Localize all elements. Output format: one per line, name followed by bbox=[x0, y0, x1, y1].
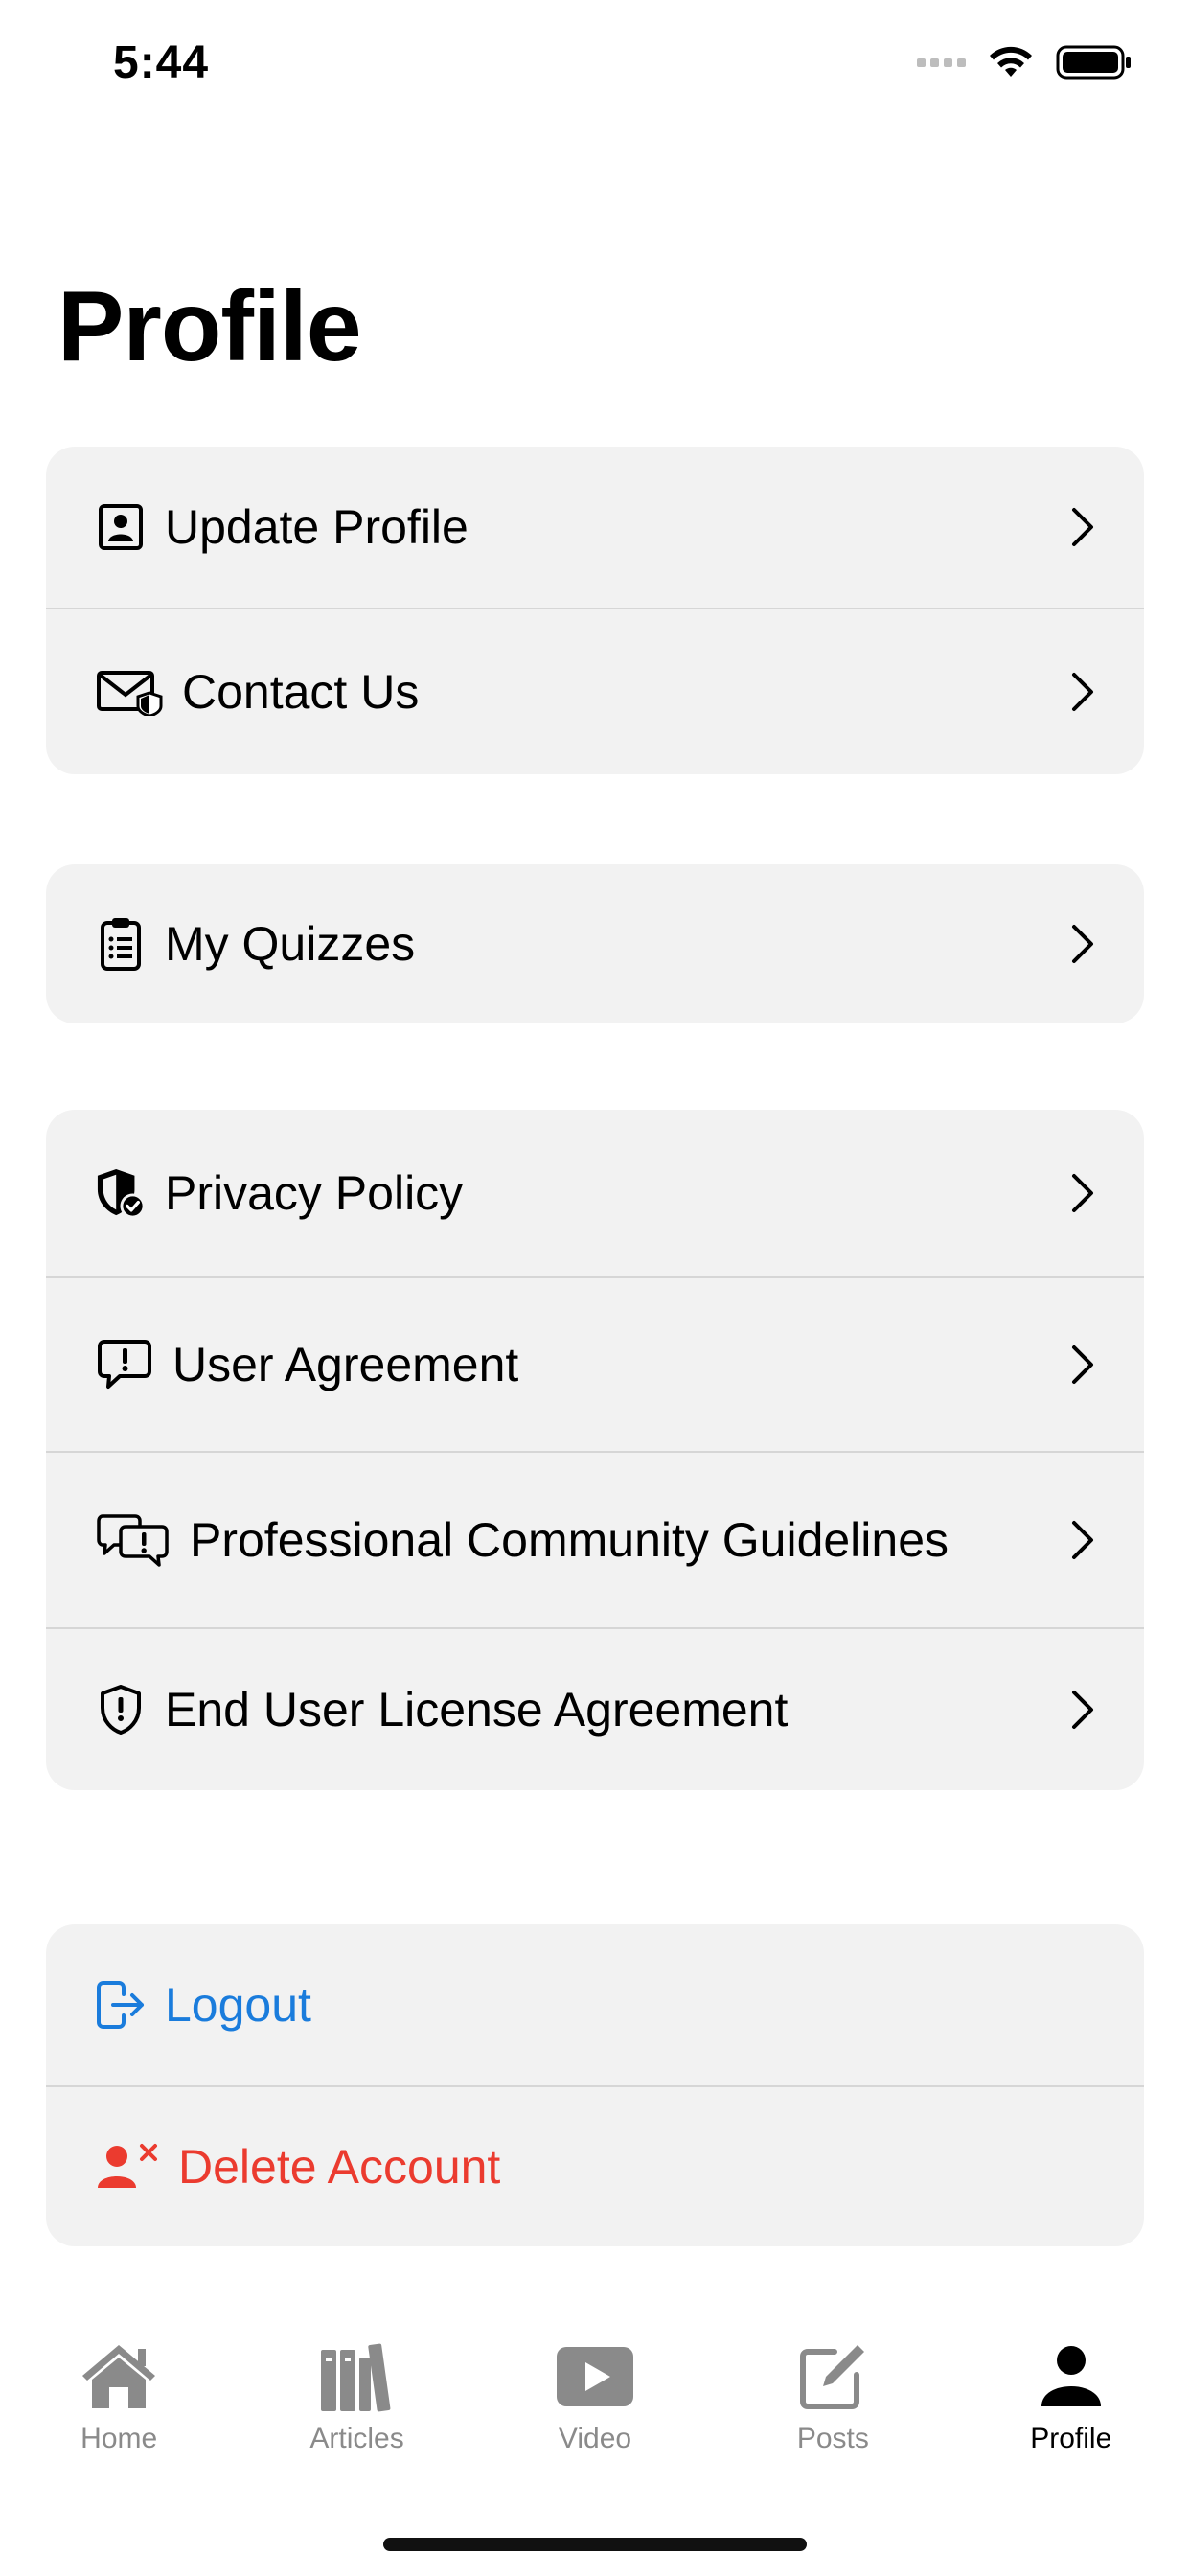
chevron-right-icon bbox=[1067, 920, 1098, 968]
profile-screen: 5:44 Profile Update Profile Contact Us M… bbox=[0, 0, 1190, 2576]
user-agreement-row[interactable]: User Agreement bbox=[46, 1278, 1144, 1453]
exclamation-shield-icon bbox=[96, 1685, 146, 1735]
community-guidelines-label: Professional Community Guidelines bbox=[190, 1513, 950, 1567]
tab-profile-label: Profile bbox=[1030, 2423, 1112, 2454]
cellular-signal-icon bbox=[917, 58, 966, 67]
home-indicator[interactable] bbox=[383, 2538, 807, 2551]
chat-bubbles-exclamation-icon bbox=[96, 1514, 171, 1567]
account-group: Update Profile Contact Us bbox=[46, 447, 1144, 774]
my-quizzes-label: My Quizzes bbox=[165, 917, 416, 971]
books-icon bbox=[314, 2338, 400, 2415]
logout-icon bbox=[96, 1980, 146, 2030]
chevron-right-icon bbox=[1067, 1341, 1098, 1389]
quizzes-group: My Quizzes bbox=[46, 864, 1144, 1024]
logout-label: Logout bbox=[165, 1978, 311, 2032]
eula-row[interactable]: End User License Agreement bbox=[46, 1629, 1144, 1790]
tab-bar: Home Articles Video Posts Profile bbox=[0, 2338, 1190, 2482]
status-bar: 5:44 bbox=[0, 0, 1190, 134]
logout-row[interactable]: Logout bbox=[46, 1924, 1144, 2087]
tab-video[interactable]: Video bbox=[476, 2338, 714, 2455]
clipboard-list-icon bbox=[96, 918, 146, 971]
chevron-right-icon bbox=[1067, 1516, 1098, 1564]
person-xmark-icon bbox=[96, 2142, 159, 2192]
delete-account-label: Delete Account bbox=[178, 2140, 501, 2194]
tab-posts[interactable]: Posts bbox=[714, 2338, 951, 2455]
play-rectangle-icon bbox=[552, 2338, 638, 2415]
status-indicators bbox=[917, 44, 1133, 80]
chevron-right-icon bbox=[1067, 668, 1098, 716]
exclamation-bubble-icon bbox=[96, 1340, 153, 1390]
community-guidelines-row[interactable]: Professional Community Guidelines bbox=[46, 1453, 1144, 1629]
update-profile-row[interactable]: Update Profile bbox=[46, 447, 1144, 610]
tab-articles-label: Articles bbox=[309, 2423, 404, 2454]
wifi-icon bbox=[990, 46, 1032, 77]
update-profile-label: Update Profile bbox=[165, 500, 469, 554]
tab-home[interactable]: Home bbox=[0, 2338, 238, 2455]
chevron-right-icon bbox=[1067, 1686, 1098, 1734]
delete-account-row[interactable]: Delete Account bbox=[46, 2087, 1144, 2246]
person-badge-icon bbox=[96, 502, 146, 552]
tab-video-label: Video bbox=[558, 2423, 632, 2454]
privacy-policy-label: Privacy Policy bbox=[165, 1166, 464, 1220]
status-time: 5:44 bbox=[113, 37, 210, 88]
tab-articles[interactable]: Articles bbox=[239, 2338, 476, 2455]
my-quizzes-row[interactable]: My Quizzes bbox=[46, 864, 1144, 1024]
contact-us-row[interactable]: Contact Us bbox=[46, 610, 1144, 774]
page-title: Profile bbox=[57, 271, 362, 382]
privacy-policy-row[interactable]: Privacy Policy bbox=[46, 1110, 1144, 1278]
session-group: Logout Delete Account bbox=[46, 1924, 1144, 2246]
legal-group: Privacy Policy User Agreement Profession… bbox=[46, 1110, 1144, 1790]
shield-check-icon bbox=[96, 1168, 146, 1219]
house-icon bbox=[76, 2338, 162, 2415]
tab-profile[interactable]: Profile bbox=[952, 2338, 1190, 2455]
eula-label: End User License Agreement bbox=[165, 1683, 789, 1736]
contact-us-label: Contact Us bbox=[182, 665, 420, 719]
square-pencil-icon bbox=[790, 2338, 876, 2415]
tab-home-label: Home bbox=[80, 2423, 158, 2454]
user-agreement-label: User Agreement bbox=[172, 1338, 519, 1392]
envelope-shield-icon bbox=[96, 667, 163, 717]
battery-icon bbox=[1056, 45, 1131, 80]
chevron-right-icon bbox=[1067, 1169, 1098, 1217]
chevron-right-icon bbox=[1067, 503, 1098, 551]
tab-posts-label: Posts bbox=[796, 2423, 869, 2454]
person-icon bbox=[1028, 2338, 1114, 2415]
